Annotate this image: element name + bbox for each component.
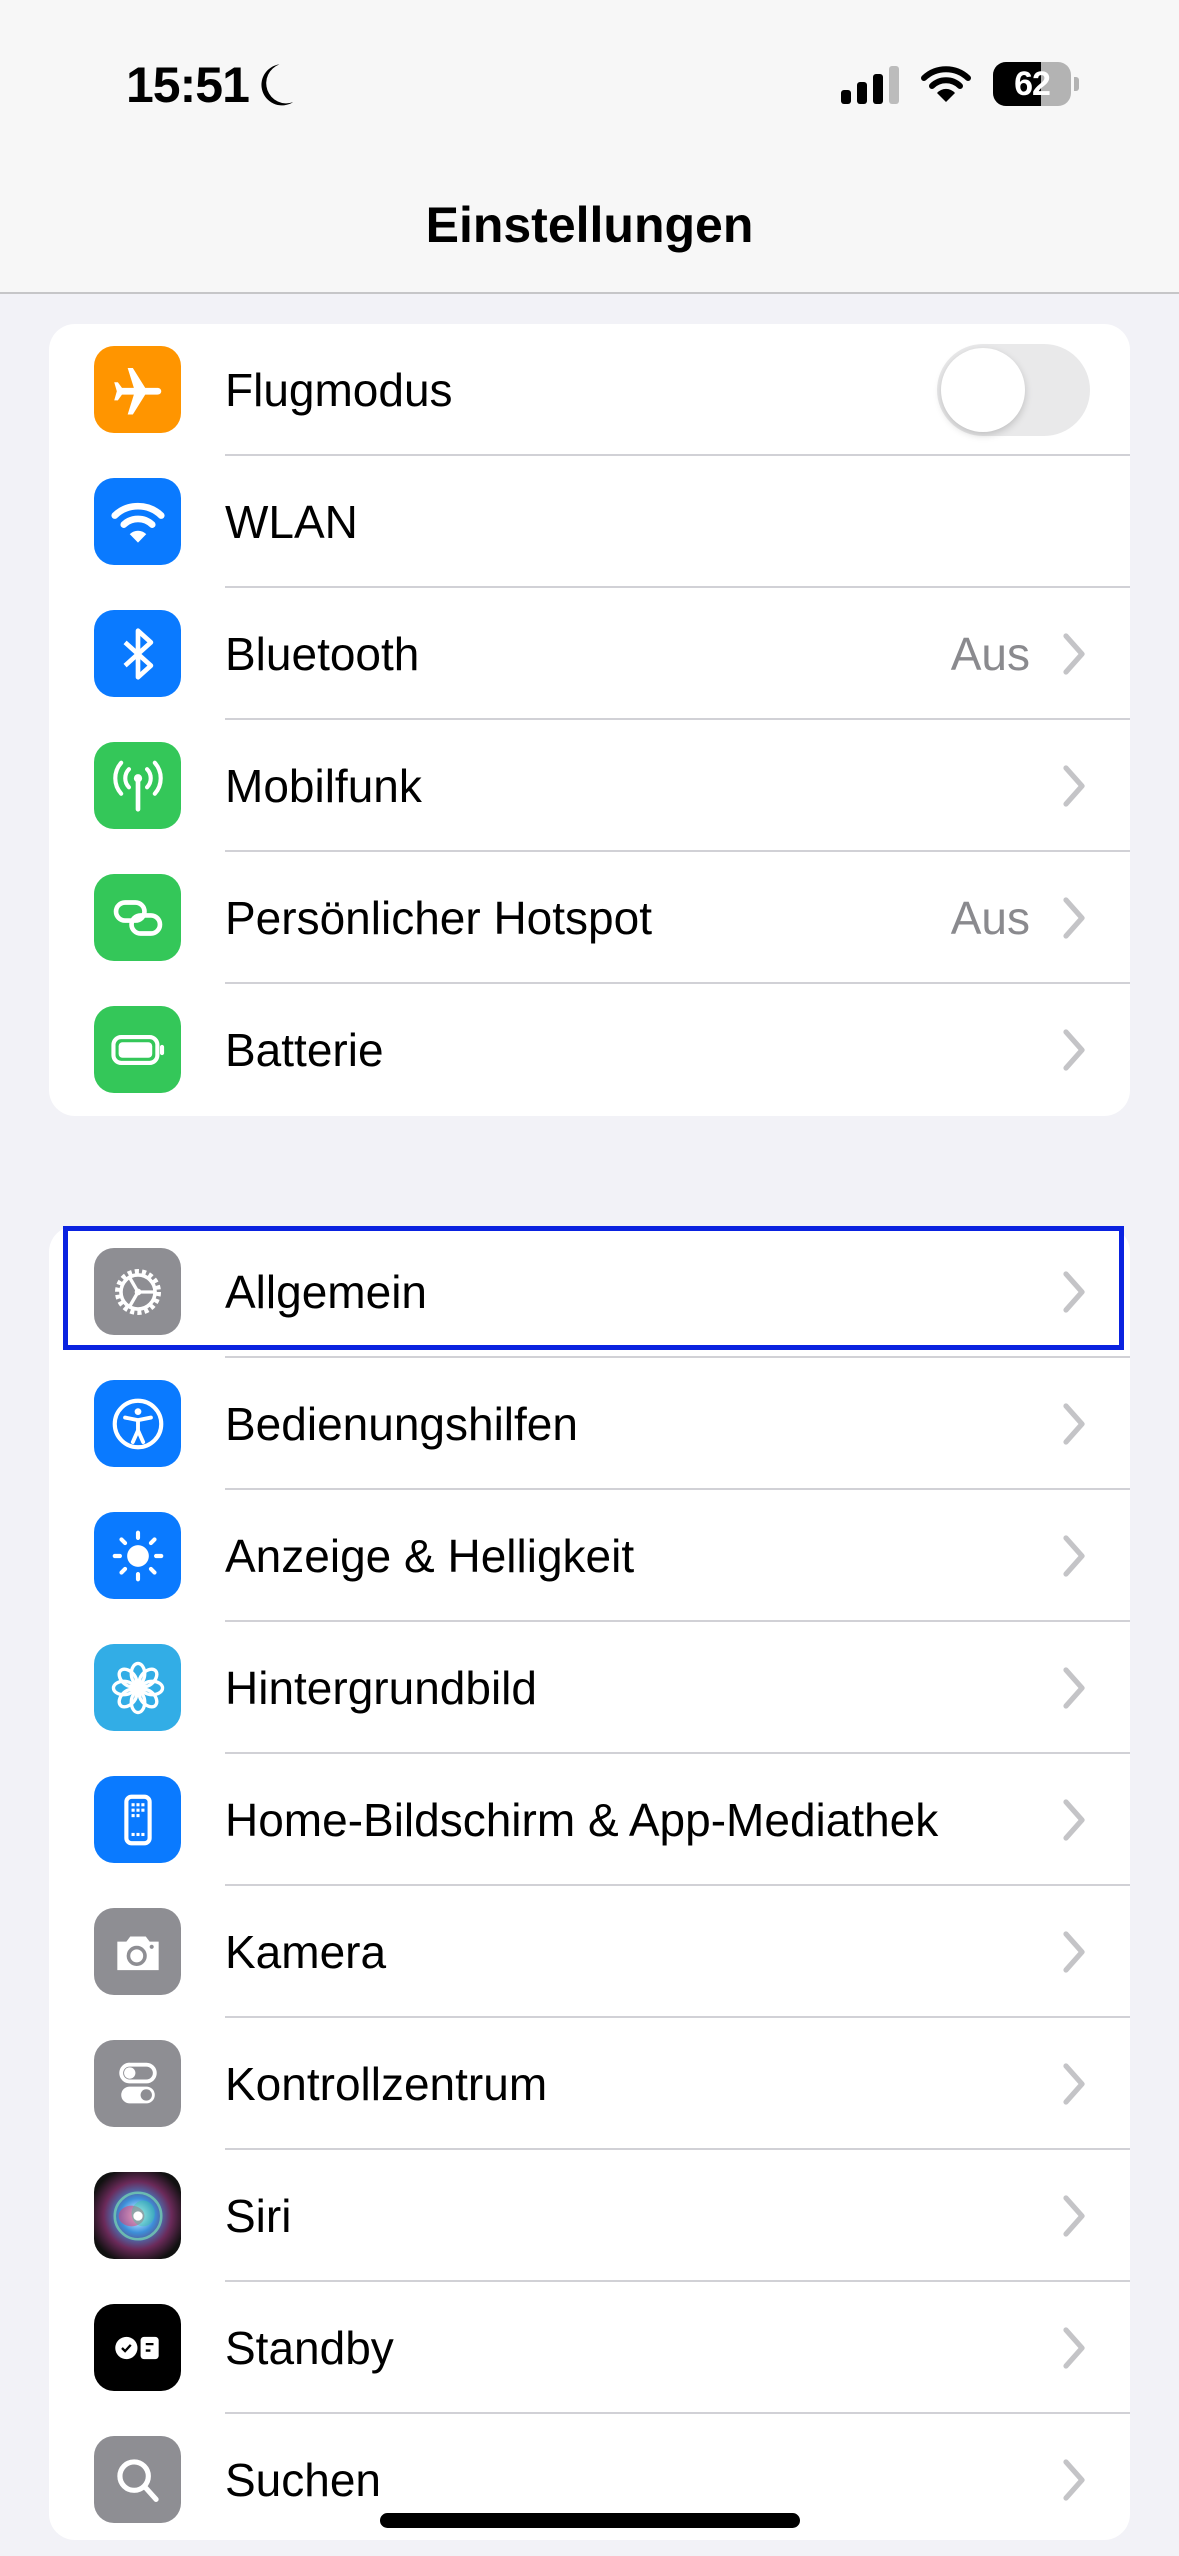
row-label: Siri <box>225 2190 292 2242</box>
chevron-right-icon <box>1063 1271 1085 1313</box>
chevron-right-icon <box>1063 2063 1085 2105</box>
row-siri[interactable]: Siri <box>49 2150 1130 2282</box>
chevron-right-icon <box>1063 1931 1085 1973</box>
chevron-right-icon <box>1063 1799 1085 1841</box>
status-time-text: 15:51 <box>126 57 250 113</box>
row-bedienungshilfen[interactable]: Bedienungshilfen <box>49 1358 1130 1490</box>
battery-icon <box>94 1006 181 1093</box>
row-label: Suchen <box>225 2454 382 2506</box>
chevron-right-icon <box>1063 765 1085 807</box>
row-label: Bluetooth <box>225 628 420 680</box>
battery-status-icon: 62 <box>993 62 1071 106</box>
row-label: Batterie <box>225 1024 384 1076</box>
row-wlan[interactable]: WLAN <box>49 456 1130 588</box>
chevron-right-icon <box>1063 897 1085 939</box>
chevron-right-icon <box>1063 633 1085 675</box>
chevron-right-icon <box>1063 2195 1085 2237</box>
chevron-right-icon <box>1063 1403 1085 1445</box>
battery-status: 62 <box>993 62 1079 106</box>
home-screen-icon <box>94 1776 181 1863</box>
row-label: Anzeige & Helligkeit <box>225 1530 635 1582</box>
row-home-bildschirm[interactable]: Home-Bildschirm & App-Mediathek <box>49 1754 1130 1886</box>
row-standby[interactable]: Standby <box>49 2282 1130 2414</box>
chevron-right-icon <box>1063 1029 1085 1071</box>
row-label: Bedienungshilfen <box>225 1398 578 1450</box>
home-indicator[interactable] <box>380 2513 800 2528</box>
row-label: Standby <box>225 2322 394 2374</box>
row-value: Aus <box>950 628 1030 680</box>
chevron-right-icon <box>1063 1535 1085 1577</box>
chevron-right-icon <box>1063 2327 1085 2369</box>
row-kontrollzentrum[interactable]: Kontrollzentrum <box>49 2018 1130 2150</box>
standby-icon <box>94 2304 181 2391</box>
wifi-icon <box>94 478 181 565</box>
search-icon <box>94 2436 181 2523</box>
row-value: Aus <box>950 892 1030 944</box>
settings-group-connectivity: Flugmodus WLAN Bluetooth Aus Mobilfunk P… <box>49 324 1130 1116</box>
flugmodus-toggle[interactable] <box>937 344 1090 436</box>
moon-icon <box>261 64 294 106</box>
navigation-header: 15:51 62 Einstellungen <box>0 0 1179 294</box>
row-bluetooth[interactable]: Bluetooth Aus <box>49 588 1130 720</box>
row-label: WLAN <box>225 496 358 548</box>
hotspot-link-icon <box>94 874 181 961</box>
battery-percent: 62 <box>1014 64 1051 103</box>
row-label: Hintergrundbild <box>225 1662 537 1714</box>
chevron-right-icon <box>1063 2459 1085 2501</box>
cellular-signal-icon <box>841 64 899 104</box>
row-hintergrundbild[interactable]: Hintergrundbild <box>49 1622 1130 1754</box>
row-hotspot[interactable]: Persönlicher Hotspot Aus <box>49 852 1130 984</box>
siri-icon <box>94 2172 181 2259</box>
row-mobilfunk[interactable]: Mobilfunk <box>49 720 1130 852</box>
accessibility-icon <box>94 1380 181 1467</box>
row-label: Home-Bildschirm & App-Mediathek <box>225 1794 939 1846</box>
row-batterie[interactable]: Batterie <box>49 984 1130 1116</box>
switches-icon <box>94 2040 181 2127</box>
row-kamera[interactable]: Kamera <box>49 1886 1130 2018</box>
wifi-status-icon <box>921 66 971 102</box>
row-label: Allgemein <box>225 1266 427 1318</box>
antenna-icon <box>94 742 181 829</box>
row-label: Kontrollzentrum <box>225 2058 548 2110</box>
row-flugmodus[interactable]: Flugmodus <box>49 324 1130 456</box>
status-time: 15:51 <box>126 56 297 114</box>
settings-group-general: Allgemein Bedienungshilfen Anzeige & Hel… <box>49 1226 1130 2540</box>
chevron-right-icon <box>1063 1667 1085 1709</box>
row-label: Mobilfunk <box>225 760 422 812</box>
camera-icon <box>94 1908 181 1995</box>
bluetooth-icon <box>94 610 181 697</box>
page-title: Einstellungen <box>425 197 754 253</box>
row-label: Flugmodus <box>225 364 453 416</box>
airplane-icon <box>94 346 181 433</box>
flower-icon <box>94 1644 181 1731</box>
row-label: Kamera <box>225 1926 387 1978</box>
row-label: Persönlicher Hotspot <box>225 892 652 944</box>
sun-icon <box>94 1512 181 1599</box>
row-allgemein[interactable]: Allgemein <box>49 1226 1130 1358</box>
gear-icon <box>94 1248 181 1335</box>
status-icons: 62 <box>841 62 1079 106</box>
row-anzeige-helligkeit[interactable]: Anzeige & Helligkeit <box>49 1490 1130 1622</box>
